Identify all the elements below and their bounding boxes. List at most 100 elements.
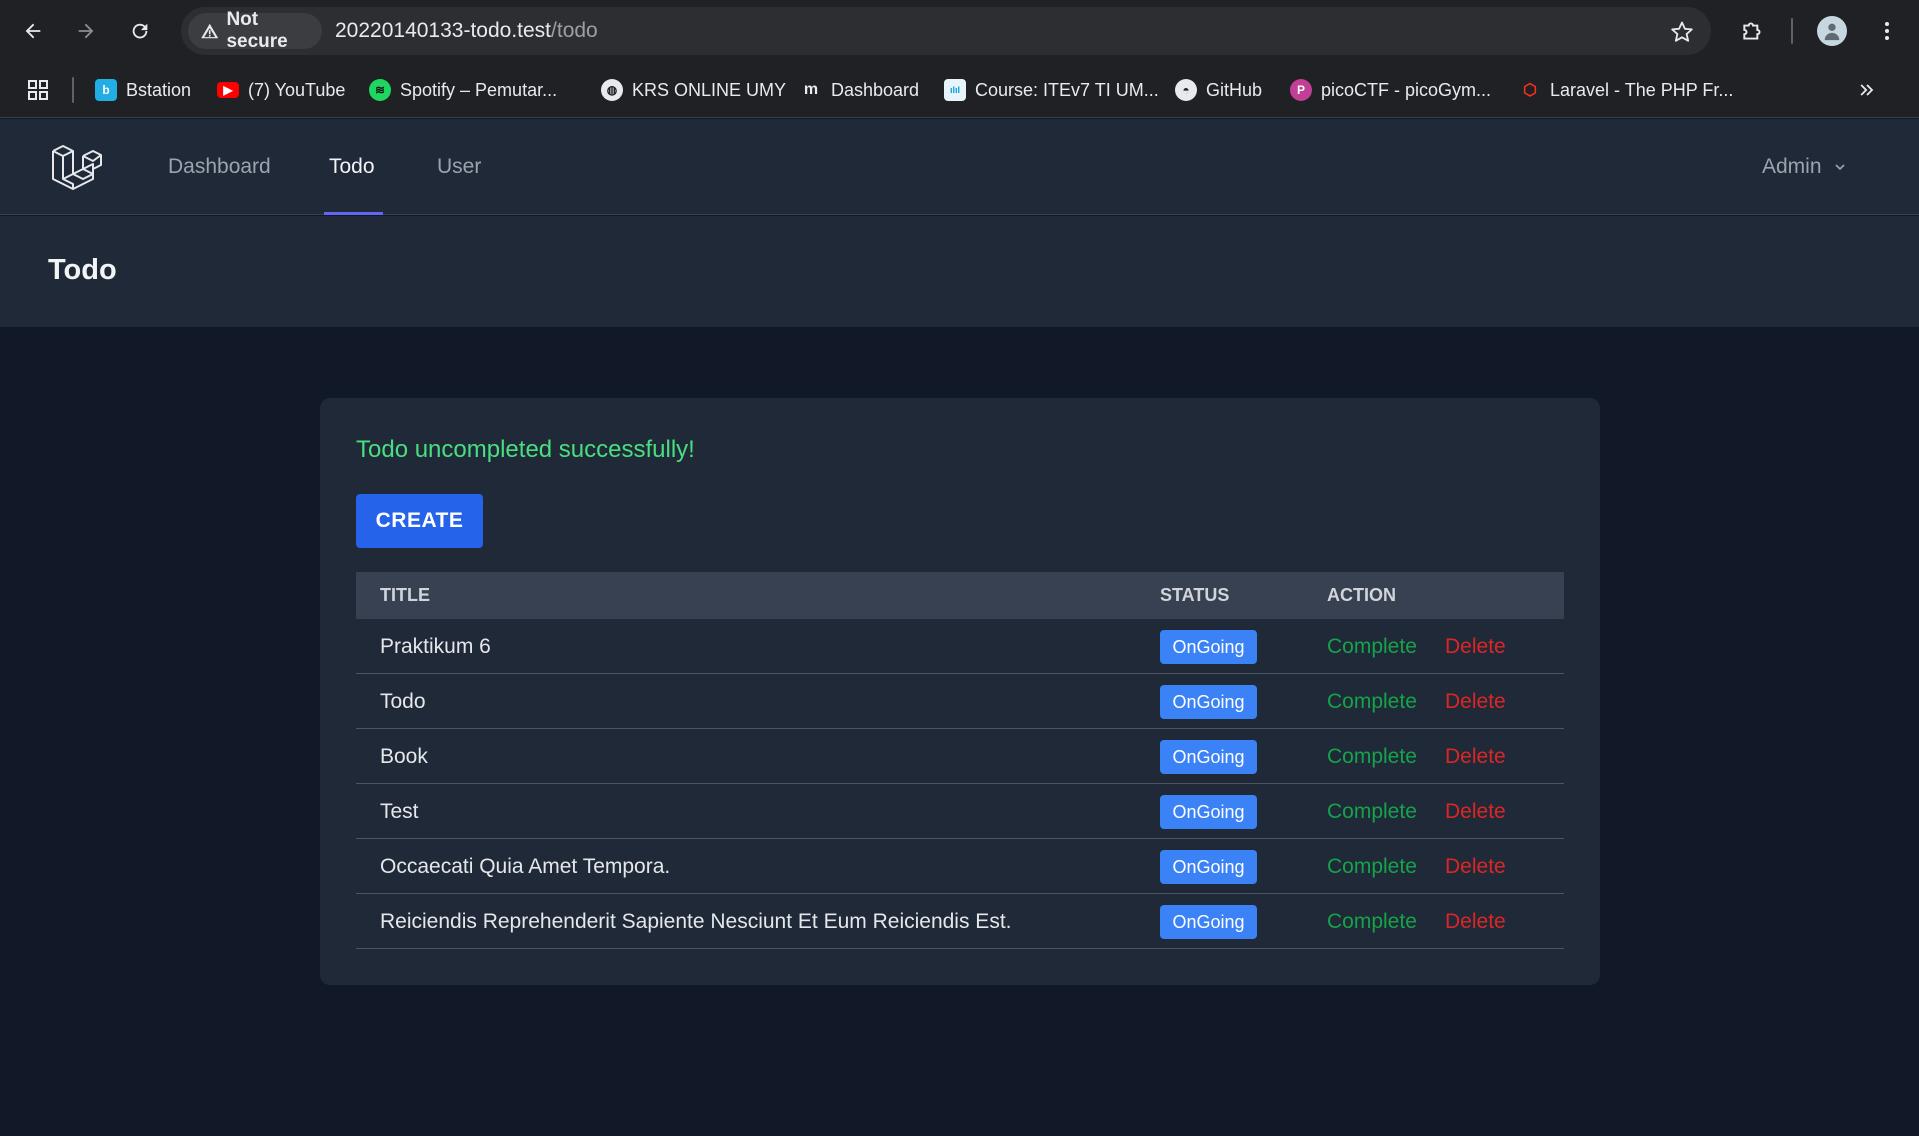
- nav-user[interactable]: User: [437, 119, 481, 215]
- create-button[interactable]: CREATE: [356, 494, 483, 548]
- complete-link[interactable]: Complete: [1327, 839, 1417, 894]
- arrow-left-icon: [25, 23, 41, 39]
- bookmark-label: Spotify – Pemutar...: [400, 79, 558, 100]
- url-host: 20220140133-todo.test: [335, 19, 552, 42]
- delete-link[interactable]: Delete: [1445, 839, 1506, 894]
- laravel-logo-icon[interactable]: [50, 143, 102, 193]
- extensions-button[interactable]: [1739, 17, 1767, 45]
- url-text[interactable]: 20220140133-todo.test/todo: [335, 19, 598, 43]
- page-header: Todo: [0, 216, 1919, 327]
- delete-link[interactable]: Delete: [1445, 894, 1506, 949]
- column-status: STATUS: [1160, 585, 1230, 605]
- bookmark-spotify[interactable]: ≋ Spotify – Pemutar...: [369, 62, 557, 118]
- table-row: Book OnGoing Complete Delete: [356, 729, 1564, 784]
- app-navbar: Dashboard Todo User Admin: [0, 119, 1919, 215]
- delete-link[interactable]: Delete: [1445, 674, 1506, 729]
- nav-todo[interactable]: Todo: [329, 119, 375, 215]
- column-title: TITLE: [380, 585, 430, 605]
- table-row: Praktikum 6 OnGoing Complete Delete: [356, 619, 1564, 674]
- status-badge: OnGoing: [1160, 905, 1257, 939]
- bookmark-label: GitHub: [1206, 79, 1263, 100]
- back-button[interactable]: [13, 11, 53, 51]
- laravel-icon: ⬡: [1523, 82, 1537, 99]
- bookmark-label: KRS ONLINE UMY: [632, 79, 787, 100]
- table-row: Reiciendis Reprehenderit Sapiente Nesciu…: [356, 894, 1564, 949]
- todo-title: Praktikum 6: [380, 634, 491, 658]
- toolbar-divider: [1791, 18, 1793, 44]
- todo-title: Reiciendis Reprehenderit Sapiente Nesciu…: [380, 909, 1012, 933]
- more-vertical-icon: [1885, 22, 1889, 40]
- page-title: Todo: [48, 254, 117, 286]
- table-row: Test OnGoing Complete Delete: [356, 784, 1564, 839]
- browser-toolbar: Not secure 20220140133-todo.test/todo: [0, 0, 1919, 62]
- bookmarks-bar: b Bstation ▶ (7) YouTube ≋ Spotify – Pem…: [0, 62, 1919, 118]
- bookmark-star-button[interactable]: [1669, 19, 1695, 45]
- star-icon: [1671, 21, 1693, 42]
- reload-button[interactable]: [120, 11, 160, 51]
- todo-title: Todo: [380, 689, 426, 713]
- delete-link[interactable]: Delete: [1445, 729, 1506, 784]
- nav-dashboard[interactable]: Dashboard: [168, 119, 271, 215]
- todo-table: TITLE STATUS ACTION Praktikum 6 OnGoing …: [356, 572, 1564, 949]
- todo-title: Book: [380, 744, 428, 768]
- bookmark-label: Laravel - The PHP Fr...: [1550, 79, 1734, 100]
- complete-link[interactable]: Complete: [1327, 784, 1417, 839]
- bookmark-label: (7) YouTube: [248, 79, 346, 100]
- cisco-icon: ılıl: [944, 79, 966, 101]
- chevron-down-icon: [1834, 164, 1845, 171]
- column-action: ACTION: [1327, 585, 1396, 605]
- delete-link[interactable]: Delete: [1445, 784, 1506, 839]
- delete-link[interactable]: Delete: [1445, 619, 1506, 674]
- bookmark-label: picoCTF - picoGym...: [1321, 79, 1492, 100]
- apps-grid-icon: [28, 80, 48, 100]
- forward-button[interactable]: [66, 11, 106, 51]
- complete-link[interactable]: Complete: [1327, 729, 1417, 784]
- status-badge: OnGoing: [1160, 630, 1257, 664]
- table-header: TITLE STATUS ACTION: [356, 572, 1564, 619]
- bookmarks-overflow-button[interactable]: [1857, 62, 1877, 118]
- status-badge: OnGoing: [1160, 740, 1257, 774]
- security-label: Not secure: [226, 9, 288, 52]
- bookmark-laravel[interactable]: ⬡ Laravel - The PHP Fr...: [1519, 62, 1733, 118]
- todo-title: Occaecati Quia Amet Tempora.: [380, 854, 671, 878]
- user-dropdown[interactable]: Admin: [1762, 119, 1848, 215]
- bookmark-picoctf[interactable]: P picoCTF - picoGym...: [1290, 62, 1491, 118]
- bookmark-youtube[interactable]: ▶ (7) YouTube: [217, 62, 345, 118]
- todo-title: Test: [380, 799, 419, 823]
- arrow-right-icon: [78, 23, 94, 39]
- status-badge: OnGoing: [1160, 795, 1257, 829]
- bookmarks-divider: [72, 77, 74, 103]
- bookmark-dashboard[interactable]: m Dashboard: [800, 62, 919, 118]
- flash-message: Todo uncompleted successfully!: [356, 436, 695, 463]
- user-name: Admin: [1762, 155, 1822, 178]
- bookmark-bstation[interactable]: b Bstation: [95, 62, 191, 118]
- url-path: /todo: [551, 19, 598, 42]
- bookmark-krs[interactable]: ◍ KRS ONLINE UMY: [601, 62, 786, 118]
- bookmark-cisco[interactable]: ılıl Course: ITEv7 TI UM...: [944, 62, 1159, 118]
- table-row: Todo OnGoing Complete Delete: [356, 674, 1564, 729]
- bookmark-label: Dashboard: [831, 79, 920, 100]
- profile-avatar[interactable]: [1817, 16, 1847, 46]
- double-chevron-right-icon: [1860, 84, 1874, 96]
- complete-link[interactable]: Complete: [1327, 674, 1417, 729]
- security-chip[interactable]: Not secure: [188, 9, 322, 52]
- reload-icon: [132, 23, 148, 39]
- person-icon: [1824, 23, 1840, 41]
- complete-link[interactable]: Complete: [1327, 619, 1417, 674]
- bookmark-github[interactable]: ◓ GitHub: [1175, 62, 1262, 118]
- spotify-icon: ≋: [369, 79, 391, 101]
- menu-button[interactable]: [1873, 17, 1901, 45]
- picoctf-icon: P: [1290, 79, 1312, 101]
- active-tab-indicator: [324, 212, 383, 215]
- bstation-icon: b: [95, 79, 117, 101]
- bookmark-label: Bstation: [126, 79, 192, 100]
- table-row: Occaecati Quia Amet Tempora. OnGoing Com…: [356, 839, 1564, 894]
- puzzle-icon: [1743, 22, 1761, 40]
- todo-card: Todo uncompleted successfully! CREATE TI…: [320, 398, 1600, 985]
- github-icon: ◓: [1175, 79, 1197, 101]
- status-badge: OnGoing: [1160, 850, 1257, 884]
- address-bar[interactable]: Not secure 20220140133-todo.test/todo: [181, 7, 1711, 55]
- complete-link[interactable]: Complete: [1327, 894, 1417, 949]
- apps-button[interactable]: [26, 62, 50, 118]
- bookmark-label: Course: ITEv7 TI UM...: [975, 79, 1159, 100]
